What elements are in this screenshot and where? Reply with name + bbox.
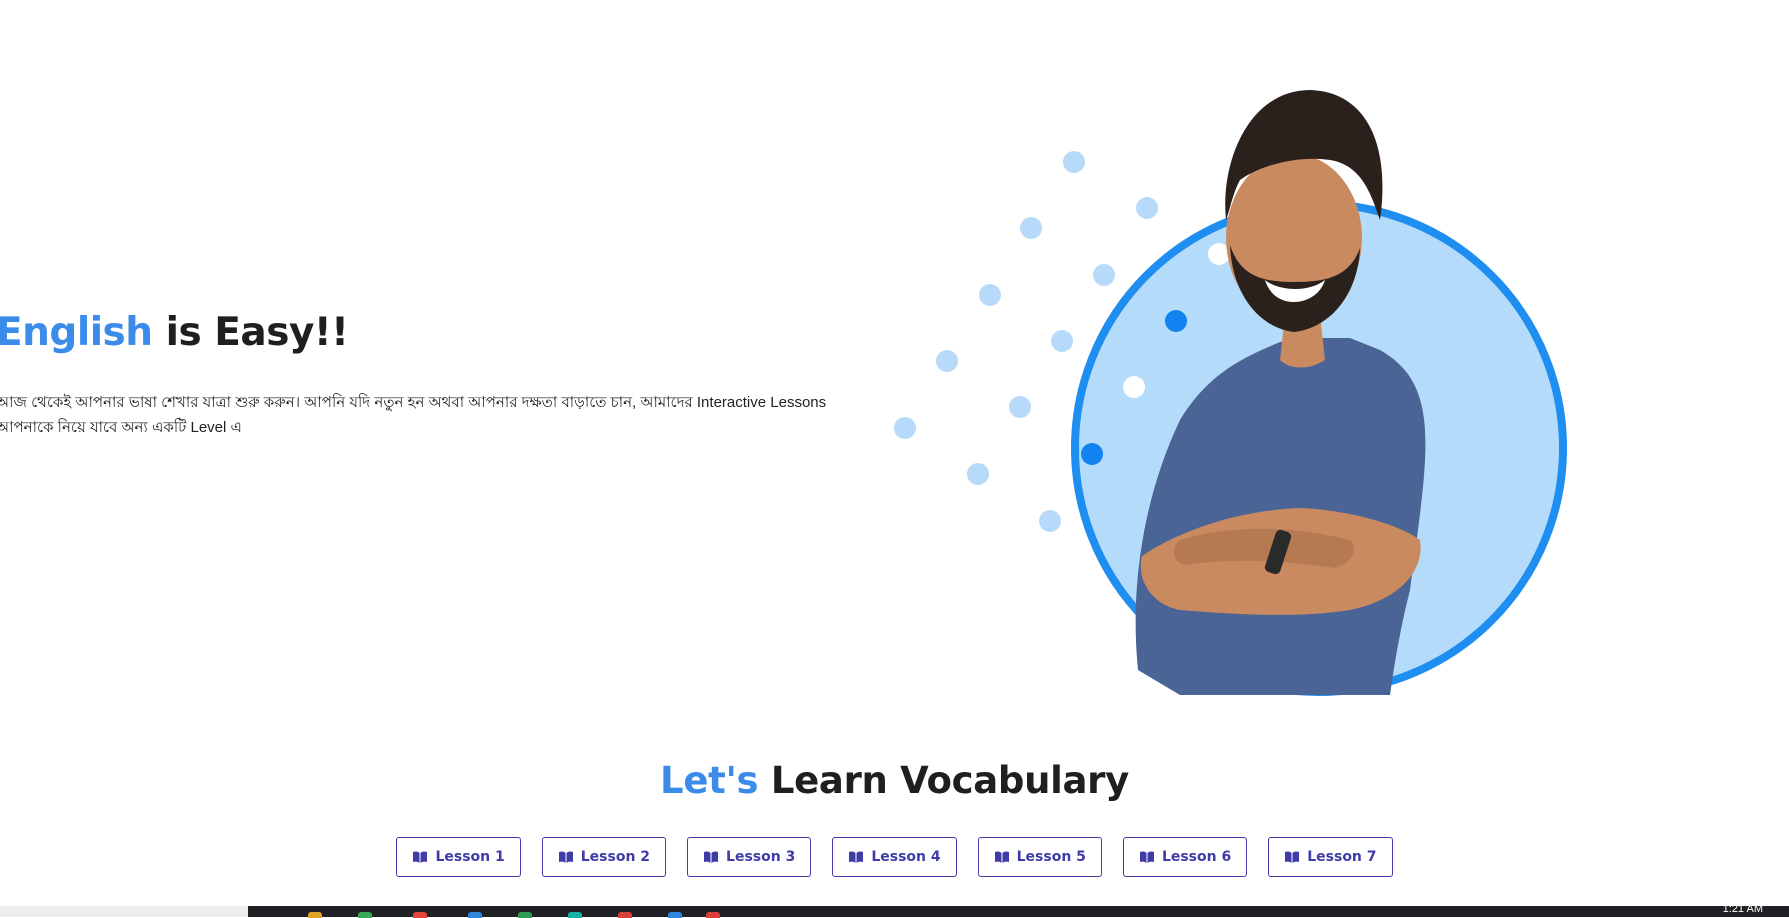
lesson-4-label: Lesson 4 (871, 849, 941, 865)
lesson-6-label: Lesson 6 (1161, 849, 1232, 865)
book-open-icon (413, 851, 428, 863)
hero-description: আজ থেকেই আপনার ভাষা শেখার যাত্রা শুরু কর… (0, 394, 827, 436)
lesson-4-button[interactable]: Lesson 4 (832, 837, 957, 877)
hero-title-accent: English (0, 310, 153, 355)
app-icon[interactable] (518, 912, 532, 918)
lesson-7-label: Lesson 7 (1307, 849, 1377, 865)
app-icon[interactable] (358, 912, 372, 918)
lesson-7-button[interactable]: Lesson 7 (1268, 837, 1393, 877)
taskbar-search-area[interactable] (0, 906, 248, 917)
lesson-5-button[interactable]: Lesson 5 (977, 837, 1102, 877)
app-icon[interactable] (668, 912, 682, 918)
hero-illustration (894, 90, 1567, 696)
book-open-icon (994, 851, 1009, 863)
book-open-icon (558, 851, 573, 863)
lesson-3-button[interactable]: Lesson 3 (687, 837, 812, 877)
lesson-2-button[interactable]: Lesson 2 (541, 837, 667, 877)
vocabulary-title-accent: Let's (660, 759, 759, 802)
app-icon[interactable] (468, 912, 482, 918)
lesson-2-label: Lesson 2 (580, 849, 651, 865)
app-icon[interactable] (568, 912, 582, 918)
lesson-6-button[interactable]: Lesson 6 (1122, 837, 1248, 877)
hero-title: English is Easy!! (0, 310, 349, 355)
book-open-icon (1285, 851, 1300, 863)
app-icon[interactable] (706, 912, 720, 918)
lesson-5-label: Lesson 5 (1016, 849, 1086, 865)
vocabulary-section-title: Let's Learn Vocabulary (0, 759, 1789, 802)
app-icon[interactable] (308, 912, 322, 918)
lesson-3-label: Lesson 3 (726, 849, 796, 865)
book-open-icon (704, 851, 719, 863)
app-icon[interactable] (618, 912, 632, 918)
vocabulary-title-rest: Learn Vocabulary (758, 759, 1129, 802)
lesson-1-button[interactable]: Lesson 1 (396, 837, 521, 877)
taskbar-clock[interactable]: 1:21 AM (1723, 903, 1763, 915)
app-icon[interactable] (413, 912, 427, 918)
os-taskbar: 1:21 AM (0, 903, 1789, 918)
book-open-icon (849, 851, 864, 863)
lesson-buttons: Lesson 1 Lesson 2 Lesson 3 Lesson 4 Less… (0, 837, 1789, 877)
hero-title-rest: is Easy!! (152, 310, 349, 355)
lesson-1-label: Lesson 1 (435, 849, 505, 865)
book-open-icon (1139, 851, 1154, 863)
taskbar-apps: 1:21 AM (248, 903, 1789, 918)
